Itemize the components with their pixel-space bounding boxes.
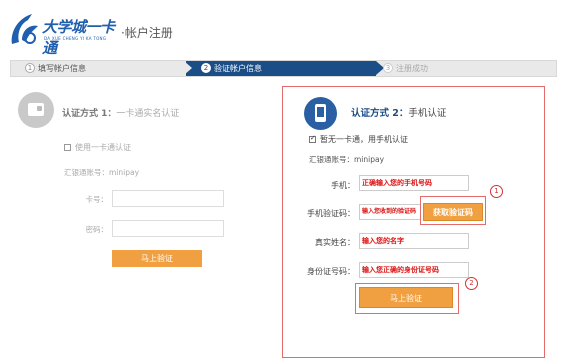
mobile-phone-icon xyxy=(304,97,337,130)
account-info: 汇银通账号：minipay xyxy=(64,168,140,177)
step-3: 3 注册成功 xyxy=(383,61,428,76)
phone-label: 手机： xyxy=(331,181,355,190)
step-2-active: 2 验证帐户信息 xyxy=(201,61,262,76)
id-number-label: 身份证号码： xyxy=(307,267,355,276)
sms-code-label: 手机验证码： xyxy=(307,209,355,218)
phone-verification-heading: 认证方式 2：手机认证 xyxy=(351,105,446,119)
phone-input[interactable]: 正确输入您的手机号码 xyxy=(359,175,469,191)
step-1: 1 填写帐户信息 xyxy=(25,61,86,76)
heading-main: 认证方式 2： xyxy=(351,108,409,119)
card-number-input[interactable] xyxy=(112,190,224,207)
step-number: 3 xyxy=(383,63,393,73)
step-divider-arrow xyxy=(184,61,192,75)
id-number-input[interactable]: 输入您正确的身份证号码 xyxy=(359,262,469,278)
heading-main: 认证方式 1： xyxy=(62,109,117,119)
heading-sub: 手机认证 xyxy=(408,108,447,119)
real-name-label: 真实姓名： xyxy=(315,238,355,247)
card-number-label: 卡号： xyxy=(85,195,109,204)
checkbox-label: 暂无一卡通，用手机认证 xyxy=(320,135,408,144)
card-password-input[interactable] xyxy=(112,220,224,237)
checkbox-checked-icon[interactable] xyxy=(309,134,316,143)
annotation-badge-2: 2 xyxy=(465,277,478,290)
annotation-badge-1: 1 xyxy=(490,185,503,198)
card-verification-panel: 认证方式 1：一卡通实名认证 使用一卡通认证 汇银通账号：minipay 卡号：… xyxy=(10,88,270,358)
step-progress-bar: 1 填写帐户信息 2 验证帐户信息 3 注册成功 xyxy=(10,60,557,77)
sms-code-input[interactable]: 输入您收到的验证码 xyxy=(359,204,421,220)
card-password-label: 密码： xyxy=(85,225,109,234)
checkbox-label: 使用一卡通认证 xyxy=(75,143,131,152)
phone-verification-panel: 认证方式 2：手机认证 暂无一卡通，用手机认证 汇银通账号：minipay 手机… xyxy=(282,86,545,358)
step-number: 1 xyxy=(25,63,35,73)
logo-pinyin: DA XUE CHENG YI KA TONG xyxy=(44,36,107,41)
card-verification-heading: 认证方式 1：一卡通实名认证 xyxy=(62,106,179,119)
id-card-icon xyxy=(18,92,54,128)
card-verify-button[interactable]: 马上验证 xyxy=(112,250,202,267)
checkbox-icon[interactable] xyxy=(64,144,71,151)
heading-sub: 一卡通实名认证 xyxy=(116,109,180,119)
step-label: 验证帐户信息 xyxy=(214,64,262,73)
real-name-input[interactable]: 输入您的名字 xyxy=(359,233,469,249)
phone-verify-button[interactable]: 马上验证 xyxy=(359,287,453,308)
page-header: 大学城一卡通 DA XUE CHENG YI KA TONG ·帐户注册 xyxy=(0,0,562,57)
step-number: 2 xyxy=(201,63,211,73)
step-label: 注册成功 xyxy=(396,64,428,73)
account-info: 汇银通账号：minipay xyxy=(309,155,385,164)
get-code-button[interactable]: 获取验证码 xyxy=(423,203,483,221)
use-card-checkbox[interactable]: 使用一卡通认证 xyxy=(64,142,131,153)
step-label: 填写帐户信息 xyxy=(38,64,86,73)
page-title: ·帐户注册 xyxy=(121,26,173,40)
logo[interactable]: 大学城一卡通 DA XUE CHENG YI KA TONG xyxy=(8,10,120,57)
use-phone-checkbox[interactable]: 暂无一卡通，用手机认证 xyxy=(309,134,408,145)
logo-mark-icon xyxy=(11,14,38,44)
